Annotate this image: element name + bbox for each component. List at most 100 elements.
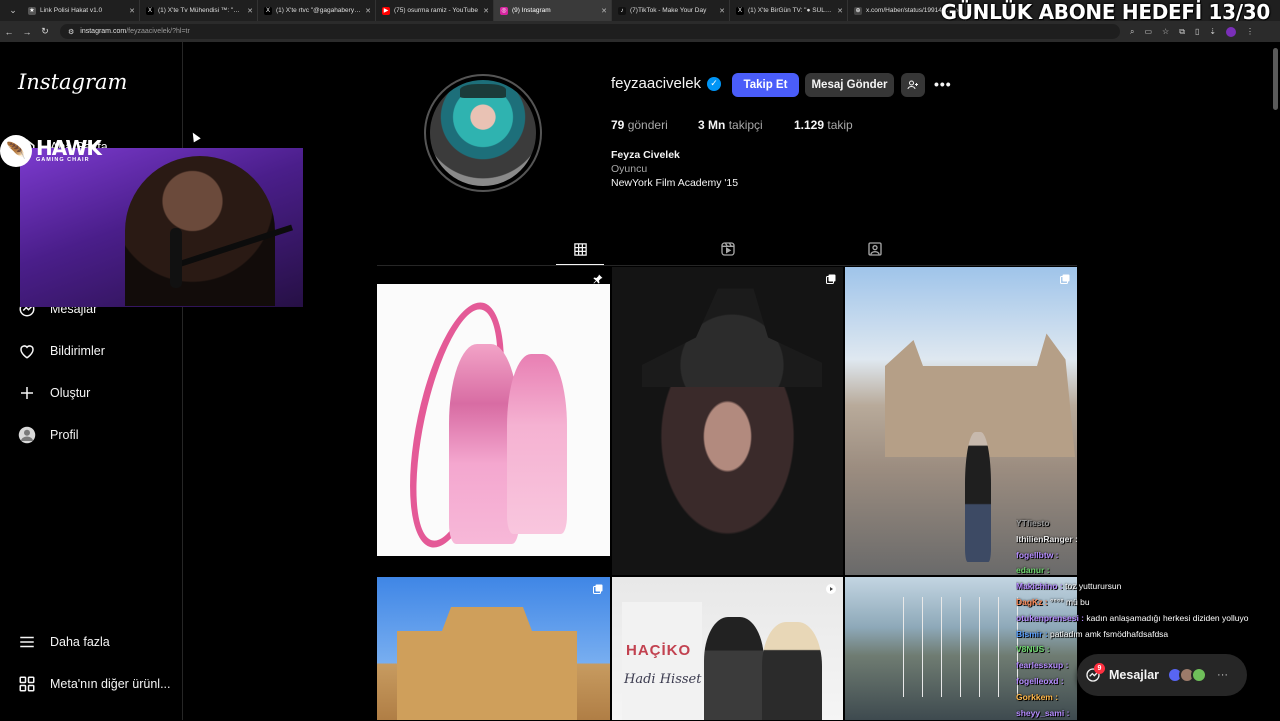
- sidebar-item-meta-products[interactable]: Meta'nın diğer ürünl...: [18, 675, 171, 693]
- chat-message: fogellbtw :: [1016, 548, 1280, 564]
- zoom-icon[interactable]: ⌕: [1130, 27, 1134, 37]
- chat-message: Makichino : toz yutturursun: [1016, 579, 1280, 595]
- grid-icon: [573, 242, 587, 256]
- post-image: [642, 277, 822, 387]
- tab-title: (9) Instagram: [512, 7, 551, 14]
- chat-username: IthilienRanger :: [1016, 533, 1078, 544]
- tab-tagged[interactable]: [866, 240, 884, 258]
- browser-tab[interactable]: X (1) X'te BirGün TV: "● SÜLEYM ✕: [730, 0, 848, 21]
- post-image: [397, 607, 577, 720]
- browser-tab[interactable]: ◎ (9) Instagram ✕: [494, 0, 612, 21]
- profile-stats: 79 gönderi 3 Mn takipçi 1.129 takip: [611, 118, 853, 132]
- browser-toolbar-icons: ⌕ ▭ ☆ ⧉ ▯ ⇣ ⋮: [1130, 26, 1254, 37]
- mouse-cursor: [189, 130, 201, 143]
- messenger-icon: 9: [1085, 663, 1105, 683]
- tab-title: (1) X'te Tv Mühendisi ™: "Bez B: [158, 7, 244, 14]
- post-tile[interactable]: [377, 267, 610, 575]
- tab-close-icon[interactable]: ✕: [365, 7, 371, 15]
- browser-tab[interactable]: ★ Link Polisi Hakat v1.0 ✕: [22, 0, 140, 21]
- following-count[interactable]: 1.129 takip: [794, 118, 853, 132]
- downloads-icon[interactable]: ⇣: [1209, 27, 1216, 37]
- tabs-divider: [377, 265, 1077, 266]
- sponsor-logo: 🪶 HAWK GAMING CHAIR: [0, 135, 102, 167]
- address-bar[interactable]: ⚙ instagram.com/feyzaacivelek/?hl=tr: [60, 24, 1120, 39]
- tab-search-icon[interactable]: ⌄: [4, 5, 22, 16]
- post-tile[interactable]: [612, 267, 843, 575]
- tab-close-icon[interactable]: ✕: [129, 7, 135, 15]
- profile-avatar-icon: [18, 426, 36, 444]
- sidepanel-icon[interactable]: ▯: [1195, 27, 1199, 37]
- chat-username: otukenprensesi :: [1016, 612, 1085, 623]
- tab-favicon-icon: ◎: [500, 6, 508, 15]
- suggested-users-button[interactable]: [901, 73, 925, 97]
- profile-bio: Feyza Civelek Oyuncu NewYork Film Academ…: [611, 148, 738, 190]
- tab-close-icon[interactable]: ✕: [247, 7, 253, 15]
- browser-tab[interactable]: X (1) X'te rtvc "@gagahaberyeni A ✕: [258, 0, 376, 21]
- chat-username: sheyy_sami :: [1016, 707, 1070, 718]
- forward-icon[interactable]: →: [18, 27, 36, 37]
- tab-title: (1) X'te BirGün TV: "● SÜLEYM: [748, 7, 834, 14]
- reload-icon[interactable]: ↻: [36, 26, 54, 37]
- grid-squares-icon: [18, 675, 36, 693]
- options-icon[interactable]: •••: [934, 76, 952, 92]
- chat-message: Bismir : patladım amk fsmödhafdsafdsa: [1016, 627, 1280, 643]
- page-scrollbar[interactable]: [1273, 48, 1278, 110]
- pinned-icon: [593, 274, 603, 284]
- tab-posts[interactable]: [571, 240, 589, 258]
- active-tab-indicator: [556, 264, 604, 265]
- post-banner-subtext: Hadi Hisset: [624, 672, 702, 687]
- back-icon[interactable]: ←: [0, 27, 18, 37]
- sidebar-item-profile[interactable]: Profil: [18, 426, 78, 444]
- browser-tab[interactable]: ♪ (7)TikTok - Make Your Day ✕: [612, 0, 730, 21]
- browser-tab[interactable]: X (1) X'te Tv Mühendisi ™: "Bez B ✕: [140, 0, 258, 21]
- sidebar-item-notifications[interactable]: Bildirimler: [18, 342, 105, 360]
- carousel-icon: [826, 274, 836, 284]
- browser-menu-icon[interactable]: ⋮: [1246, 27, 1254, 37]
- tab-close-icon[interactable]: ✕: [719, 7, 725, 15]
- browser-toolbar: ← → ↻ ⚙ instagram.com/feyzaacivelek/?hl=…: [0, 21, 1280, 42]
- sidebar-item-label: Oluştur: [50, 386, 91, 400]
- browser-tab[interactable]: ▶ (75) osurma ramiz - YouTube ✕: [376, 0, 494, 21]
- tab-favicon-icon: X: [736, 6, 744, 15]
- chat-username: edanur :: [1016, 565, 1050, 576]
- instagram-logo[interactable]: Instagram: [18, 70, 127, 94]
- plus-icon: [18, 384, 36, 402]
- recent-chats-avatars: [1167, 667, 1208, 683]
- tab-close-icon[interactable]: ✕: [601, 7, 607, 15]
- chat-message: DagKz : °°°° mü bu: [1016, 595, 1280, 611]
- post-tile[interactable]: HAÇİKO Hadi Hisset: [612, 577, 843, 720]
- tab-close-icon[interactable]: ✕: [837, 7, 843, 15]
- browser-profile-avatar[interactable]: [1226, 26, 1237, 37]
- avatar: [1191, 667, 1208, 683]
- tagged-icon: [868, 242, 882, 256]
- send-message-button[interactable]: Mesaj Gönder: [805, 73, 894, 97]
- sidebar-item-label: Bildirimler: [50, 344, 105, 358]
- extensions-icon[interactable]: ⧉: [1179, 27, 1185, 37]
- sidebar-item-more[interactable]: Daha fazla: [18, 633, 110, 651]
- chat-message: otukenprensesi : kadın anlaşamadığı herk…: [1016, 611, 1280, 627]
- microphone: [170, 228, 182, 288]
- bookmark-star-icon[interactable]: ☆: [1162, 27, 1169, 37]
- follow-button[interactable]: Takip Et: [732, 73, 799, 97]
- unread-badge: 9: [1094, 663, 1105, 674]
- chat-message: edanur :: [1016, 563, 1280, 579]
- chat-text: kadın anlaşamadığı herkesi diziden yollu…: [1086, 612, 1249, 623]
- full-name: Feyza Civelek: [611, 149, 680, 161]
- heart-icon: [18, 342, 36, 360]
- chat-username: YTfiesto: [1016, 518, 1050, 528]
- followers-count[interactable]: 3 Mn takipçi: [698, 118, 794, 132]
- sidebar-item-create[interactable]: Oluştur: [18, 384, 90, 402]
- messages-popup-button[interactable]: 9 Mesajlar ···: [1077, 654, 1247, 696]
- post-tile[interactable]: [377, 577, 610, 720]
- video-icon: [826, 584, 836, 594]
- chat-text: patladım amk fsmödhafdsafdsa: [1050, 628, 1169, 639]
- cast-icon[interactable]: ▭: [1144, 27, 1152, 37]
- chat-text: °°°° mü bu: [1050, 596, 1090, 607]
- chat-message: sheyy_sami :: [1016, 706, 1280, 721]
- tab-close-icon[interactable]: ✕: [483, 7, 489, 15]
- site-info-icon[interactable]: ⚙: [68, 28, 74, 36]
- profile-avatar[interactable]: [424, 74, 542, 192]
- carousel-icon: [593, 584, 603, 594]
- chat-message: YTfiesto: [1016, 516, 1280, 532]
- tab-reels[interactable]: [719, 240, 737, 258]
